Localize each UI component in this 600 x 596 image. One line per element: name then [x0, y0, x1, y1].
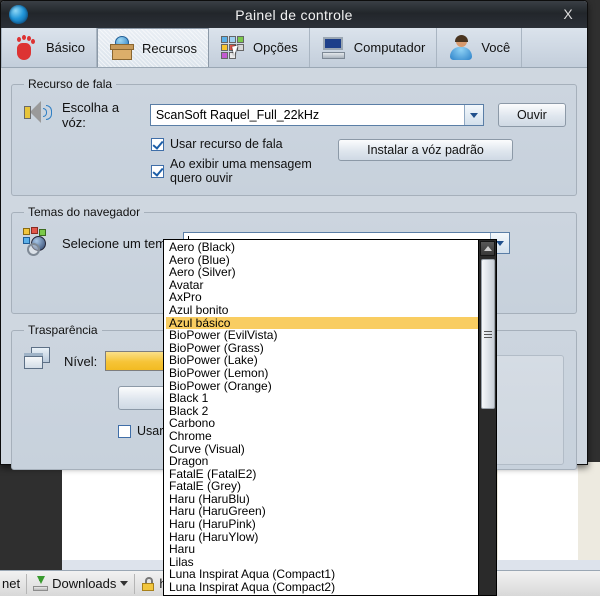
- speaker-icon: [22, 99, 56, 131]
- dropdown-item[interactable]: Aero (Black): [166, 241, 478, 254]
- tab-basico[interactable]: Básico: [1, 28, 98, 67]
- listen-button[interactable]: Ouvir: [497, 103, 566, 127]
- voice-combobox-value: ScanSoft Raquel_Full_22kHz: [155, 108, 320, 122]
- checkbox-use-effect[interactable]: [118, 424, 131, 438]
- dropdown-item[interactable]: BioPower (Lemon): [166, 367, 478, 380]
- taskbar-net-label: net: [2, 576, 21, 591]
- unlocked-padlock-icon: [141, 576, 155, 591]
- theme-label: Selecione um tema:: [62, 235, 177, 251]
- dropdown-item[interactable]: BioPower (EvilVista): [166, 329, 478, 342]
- theme-dropdown-items: Aero (Black) Aero (Blue) Aero (Silver) Avat…: [164, 240, 478, 595]
- tab-label: Você: [481, 40, 511, 55]
- scroll-up-arrow-icon[interactable]: [480, 241, 495, 256]
- install-default-voice-button[interactable]: Instalar a vóz padrão: [338, 139, 513, 161]
- checkbox-listen-on-message[interactable]: [151, 164, 164, 178]
- tab-computador[interactable]: Computador: [310, 28, 438, 67]
- speech-group: Recurso de fala Escolha a vóz: ScanSoft …: [11, 77, 577, 196]
- window-titlebar: Painel de controle X: [1, 1, 587, 28]
- taskbar-item-downloads[interactable]: Downloads: [27, 572, 134, 596]
- transparency-group-legend: Trasparência: [28, 323, 98, 337]
- use-speech-checkbox-row[interactable]: Usar recurso de fala: [151, 137, 338, 151]
- tab-label: Recursos: [142, 40, 197, 56]
- dropdown-item[interactable]: Chrome: [166, 430, 478, 443]
- tab-recursos[interactable]: Recursos: [97, 28, 209, 67]
- open-box-icon: [109, 35, 135, 61]
- chevron-down-icon[interactable]: [463, 105, 483, 125]
- dropdown-item[interactable]: BioPower (Orange): [166, 379, 478, 393]
- globe-orb-icon: [9, 5, 28, 24]
- themes-group-legend: Temas do navegador: [28, 205, 141, 219]
- download-icon: [33, 576, 49, 591]
- voice-combobox[interactable]: ScanSoft Raquel_Full_22kHz: [149, 104, 484, 126]
- dropdown-item[interactable]: Haru: [166, 543, 478, 556]
- windows-stack-icon: [22, 345, 56, 377]
- user-avatar-icon: [448, 34, 474, 61]
- taskbar-item-net[interactable]: net: [0, 572, 26, 596]
- dropdown-item[interactable]: Azul bonito: [166, 304, 478, 317]
- tab-label: Opções: [252, 40, 298, 55]
- dropdown-item[interactable]: Dragon: [166, 455, 478, 468]
- theme-dropdown-scrollbar[interactable]: [478, 240, 496, 595]
- close-icon[interactable]: X: [555, 4, 581, 24]
- color-grid-icon: [220, 35, 246, 61]
- checkbox-listen-on-message-label: Ao exibir uma mensagem quero ouvir: [170, 157, 312, 185]
- dropdown-item[interactable]: Curve (Visual): [166, 442, 478, 456]
- grip-icon: [484, 329, 492, 340]
- tab-label: Básico: [46, 40, 86, 55]
- checkbox-use-speech-label: Usar recurso de fala: [170, 137, 283, 151]
- theme-palette-icon: [22, 227, 56, 259]
- scrollbar-thumb[interactable]: [481, 259, 495, 409]
- dropdown-item[interactable]: Haru (HaruPink): [166, 518, 478, 531]
- dropdown-item[interactable]: FatalE (Grey): [166, 480, 478, 493]
- window-title: Painel de controle: [235, 6, 353, 23]
- theme-dropdown-list[interactable]: Aero (Black) Aero (Blue) Aero (Silver) Avat…: [163, 239, 497, 596]
- dropdown-item[interactable]: Avatar: [166, 279, 478, 292]
- dropdown-item[interactable]: Black 1: [166, 392, 478, 405]
- voice-label: Escolha a vóz:: [62, 100, 120, 130]
- dropdown-item[interactable]: Carbono: [166, 417, 478, 430]
- tab-bar: Básico Recursos Opções Computador Você: [1, 28, 587, 68]
- chevron-down-icon[interactable]: [120, 581, 129, 586]
- tab-label: Computador: [353, 40, 426, 55]
- dropdown-item[interactable]: Luna Inspirat Aqua (Compact2): [166, 581, 478, 594]
- tab-voce[interactable]: Você: [437, 28, 523, 67]
- listen-on-message-checkbox-row[interactable]: Ao exibir uma mensagem quero ouvir: [151, 157, 338, 185]
- tab-opcoes[interactable]: Opções: [209, 28, 310, 67]
- dropdown-item[interactable]: Aero (Silver): [166, 266, 478, 279]
- gnome-foot-icon: [13, 34, 39, 61]
- level-label: Nível:: [64, 353, 98, 369]
- desktop-pc-icon: [321, 35, 347, 61]
- speech-group-legend: Recurso de fala: [28, 77, 113, 91]
- checkbox-use-speech[interactable]: [151, 137, 164, 151]
- taskbar-downloads-label: Downloads: [52, 576, 117, 591]
- background-white-column-right: [498, 462, 578, 570]
- dropdown-item[interactable]: Haru (HaruYlow): [166, 531, 478, 544]
